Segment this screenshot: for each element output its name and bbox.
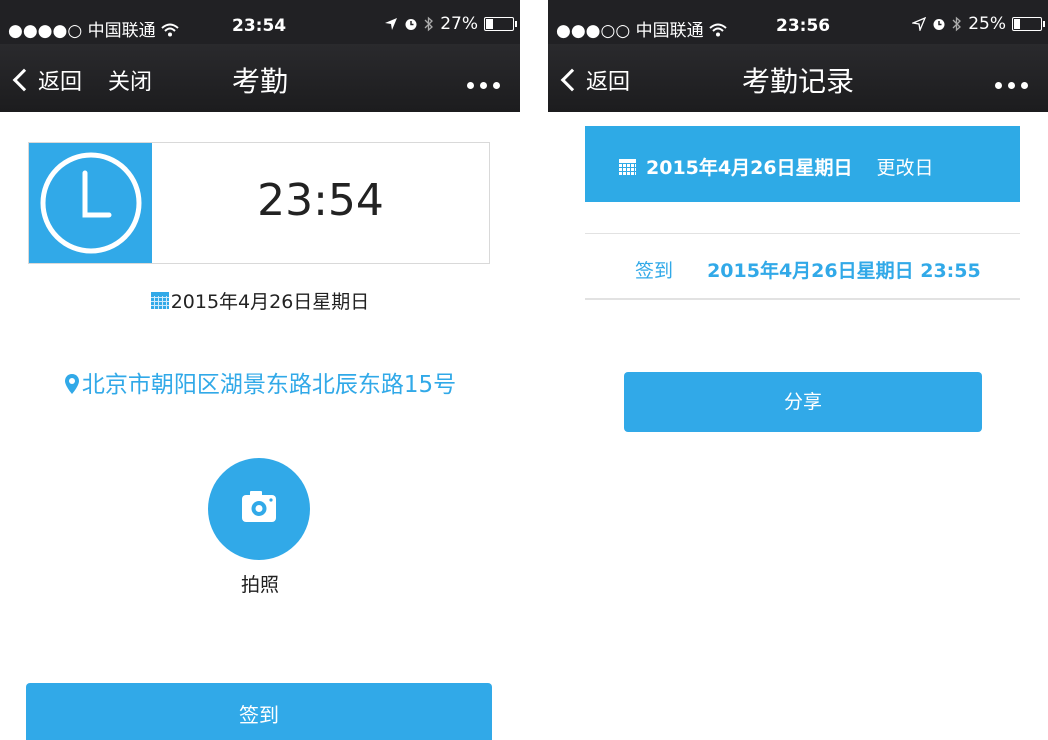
carrier-name: 中国联通 xyxy=(635,21,704,41)
wifi-icon xyxy=(709,23,727,37)
bluetooth-icon xyxy=(952,16,962,32)
status-indicators: 27% xyxy=(384,14,517,34)
camera-label: 拍照 xyxy=(240,574,279,596)
location-address: 北京市朝阳区湖景东路北辰东路15号 xyxy=(0,365,520,399)
sign-in-button[interactable]: 签到 xyxy=(26,683,492,740)
attendance-record-row: 签到 2015年4月26日星期日 23:55 xyxy=(635,256,981,283)
status-bar: ●●●○○ 中国联通 23:56 25% xyxy=(548,0,1048,44)
alarm-icon xyxy=(933,19,945,30)
camera-icon xyxy=(242,491,276,522)
more-icon[interactable] xyxy=(995,82,1028,89)
divider xyxy=(585,298,1020,300)
calendar-icon xyxy=(150,292,169,309)
date-text: 2015年4月26日星期日 xyxy=(170,291,370,313)
battery-icon xyxy=(484,17,517,31)
status-bar: ●●●●○ 中国联通 23:54 27% xyxy=(0,0,520,44)
calendar-icon xyxy=(619,158,636,175)
carrier-info: ●●●○○ 中国联通 xyxy=(556,16,727,41)
address-text: 北京市朝阳区湖景东路北辰东路15号 xyxy=(81,372,457,398)
signal-strength: ●●●●○ xyxy=(8,21,83,41)
location-arrow-icon xyxy=(912,17,927,31)
record-type: 签到 xyxy=(635,260,674,282)
page-title: 考勤记录 xyxy=(741,65,854,98)
status-time: 23:56 xyxy=(776,16,831,36)
battery-icon xyxy=(1012,17,1045,31)
attendance-screen: ●●●●○ 中国联通 23:54 27% 返回 关闭 考勤 23:54 2015… xyxy=(0,0,520,740)
clock-icon xyxy=(40,152,142,254)
clock-time: 23:54 xyxy=(257,175,384,226)
status-indicators: 25% xyxy=(912,14,1045,34)
bluetooth-icon xyxy=(424,16,434,32)
clock-card: 23:54 xyxy=(28,142,490,264)
alarm-icon xyxy=(405,19,417,30)
change-day-link[interactable]: 更改日 xyxy=(877,153,934,180)
clock-icon-box xyxy=(29,143,152,263)
record-datetime: 2015年4月26日星期日 23:55 xyxy=(707,260,981,282)
selected-date: 2015年4月26日星期日 xyxy=(646,157,853,179)
location-pin-icon xyxy=(64,374,79,394)
divider xyxy=(585,233,1020,234)
more-icon[interactable] xyxy=(467,82,500,89)
carrier-info: ●●●●○ 中国联通 xyxy=(8,16,179,41)
carrier-name: 中国联通 xyxy=(87,21,156,41)
share-button[interactable]: 分享 xyxy=(624,372,982,432)
camera-button[interactable] xyxy=(208,458,310,560)
battery-percent: 27% xyxy=(440,14,478,34)
nav-bar: 返回 考勤记录 xyxy=(548,44,1048,112)
signal-strength: ●●●○○ xyxy=(556,21,631,41)
date-selector-bar[interactable]: 2015年4月26日星期日 更改日 xyxy=(585,126,1020,202)
page-title: 考勤 xyxy=(231,65,288,98)
wifi-icon xyxy=(161,23,179,37)
attendance-record-screen: ●●●○○ 中国联通 23:56 25% 返回 考勤记录 2015年4月26日星… xyxy=(548,0,1048,740)
location-arrow-icon xyxy=(385,18,398,30)
battery-percent: 25% xyxy=(968,14,1006,34)
date-display: 2015年4月26日星期日 xyxy=(0,287,520,314)
nav-bar: 返回 关闭 考勤 xyxy=(0,44,520,112)
status-time: 23:54 xyxy=(232,16,287,36)
